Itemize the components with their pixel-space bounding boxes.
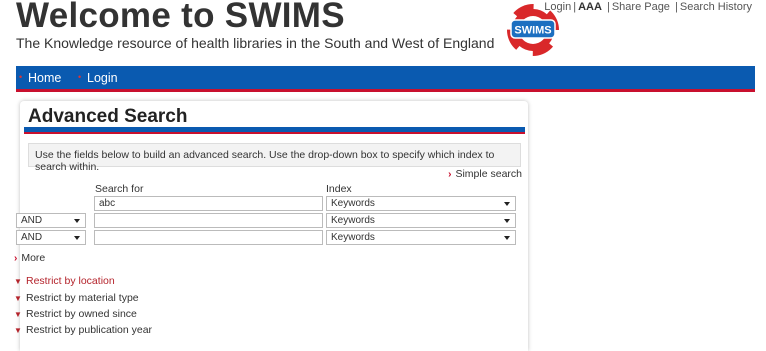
chevron-right-icon: › xyxy=(14,253,18,264)
chevron-down-icon: ▼ xyxy=(14,277,22,286)
restrict-material-toggle[interactable]: ▼ Restrict by material type xyxy=(14,292,139,304)
instructions: Use the fields below to build an advance… xyxy=(28,143,521,173)
operator-select-value: AND xyxy=(21,232,43,243)
chevron-down-icon: ▼ xyxy=(14,326,22,335)
restrict-label[interactable]: Restrict by material type xyxy=(26,292,139,304)
main-nav: • Home • Login xyxy=(16,66,755,92)
search-field-2[interactable] xyxy=(94,213,323,228)
index-select-value: Keywords xyxy=(331,198,375,209)
nav-bullet-icon: • xyxy=(19,72,23,82)
search-field-1[interactable]: abc xyxy=(94,196,323,211)
more-label[interactable]: More xyxy=(21,252,45,264)
operator-select-2[interactable]: AND xyxy=(16,213,86,228)
restrict-year-toggle[interactable]: ▼ Restrict by publication year xyxy=(14,324,152,336)
index-label: Index xyxy=(326,183,352,195)
chevron-down-icon: ▼ xyxy=(14,294,22,303)
site-subtitle: The Knowledge resource of health librari… xyxy=(16,35,495,51)
restrict-location-toggle[interactable]: ▼ Restrict by location xyxy=(14,275,115,287)
more-link[interactable]: › More xyxy=(14,252,45,264)
site-title: Welcome to SWIMS xyxy=(16,0,345,35)
panel-title: Advanced Search xyxy=(28,106,188,127)
chevron-right-icon: › xyxy=(448,169,452,180)
advanced-search-panel: Advanced Search Use the fields below to … xyxy=(14,101,528,351)
text-size-control[interactable]: AAA xyxy=(578,1,602,13)
operator-select-3[interactable]: AND xyxy=(16,230,86,245)
dropdown-caret-icon xyxy=(504,219,510,223)
nav-home[interactable]: Home xyxy=(28,71,61,85)
index-select-value: Keywords xyxy=(331,215,375,226)
share-page-link[interactable]: Share Page xyxy=(612,1,670,13)
dropdown-caret-icon xyxy=(504,202,510,206)
index-select-1[interactable]: Keywords xyxy=(326,196,516,211)
dropdown-caret-icon xyxy=(74,236,80,240)
chevron-down-icon: ▼ xyxy=(14,310,22,319)
search-field-3[interactable] xyxy=(94,230,323,245)
index-select-3[interactable]: Keywords xyxy=(326,230,516,245)
text-size-label[interactable]: AAA xyxy=(578,1,602,13)
nav-bullet-icon: • xyxy=(78,72,82,82)
title-rule-accent xyxy=(24,132,525,134)
dropdown-caret-icon xyxy=(504,236,510,240)
nav-login[interactable]: Login xyxy=(87,71,118,85)
restrict-label[interactable]: Restrict by publication year xyxy=(26,324,152,336)
search-history-link[interactable]: Search History xyxy=(680,1,752,13)
restrict-label[interactable]: Restrict by location xyxy=(26,275,115,287)
utility-links: Login | AAA | Share Page | Search History xyxy=(544,1,752,13)
index-select-value: Keywords xyxy=(331,232,375,243)
operator-select-value: AND xyxy=(21,215,43,226)
login-link[interactable]: Login xyxy=(544,1,571,13)
restrict-label[interactable]: Restrict by owned since xyxy=(26,308,137,320)
search-for-label: Search for xyxy=(95,183,144,195)
simple-search-link[interactable]: › Simple search xyxy=(448,168,522,180)
restrict-owned-toggle[interactable]: ▼ Restrict by owned since xyxy=(14,308,137,320)
dropdown-caret-icon xyxy=(74,219,80,223)
logo-text: SWIMS xyxy=(514,25,551,37)
index-select-2[interactable]: Keywords xyxy=(326,213,516,228)
simple-search-label[interactable]: Simple search xyxy=(455,168,522,180)
